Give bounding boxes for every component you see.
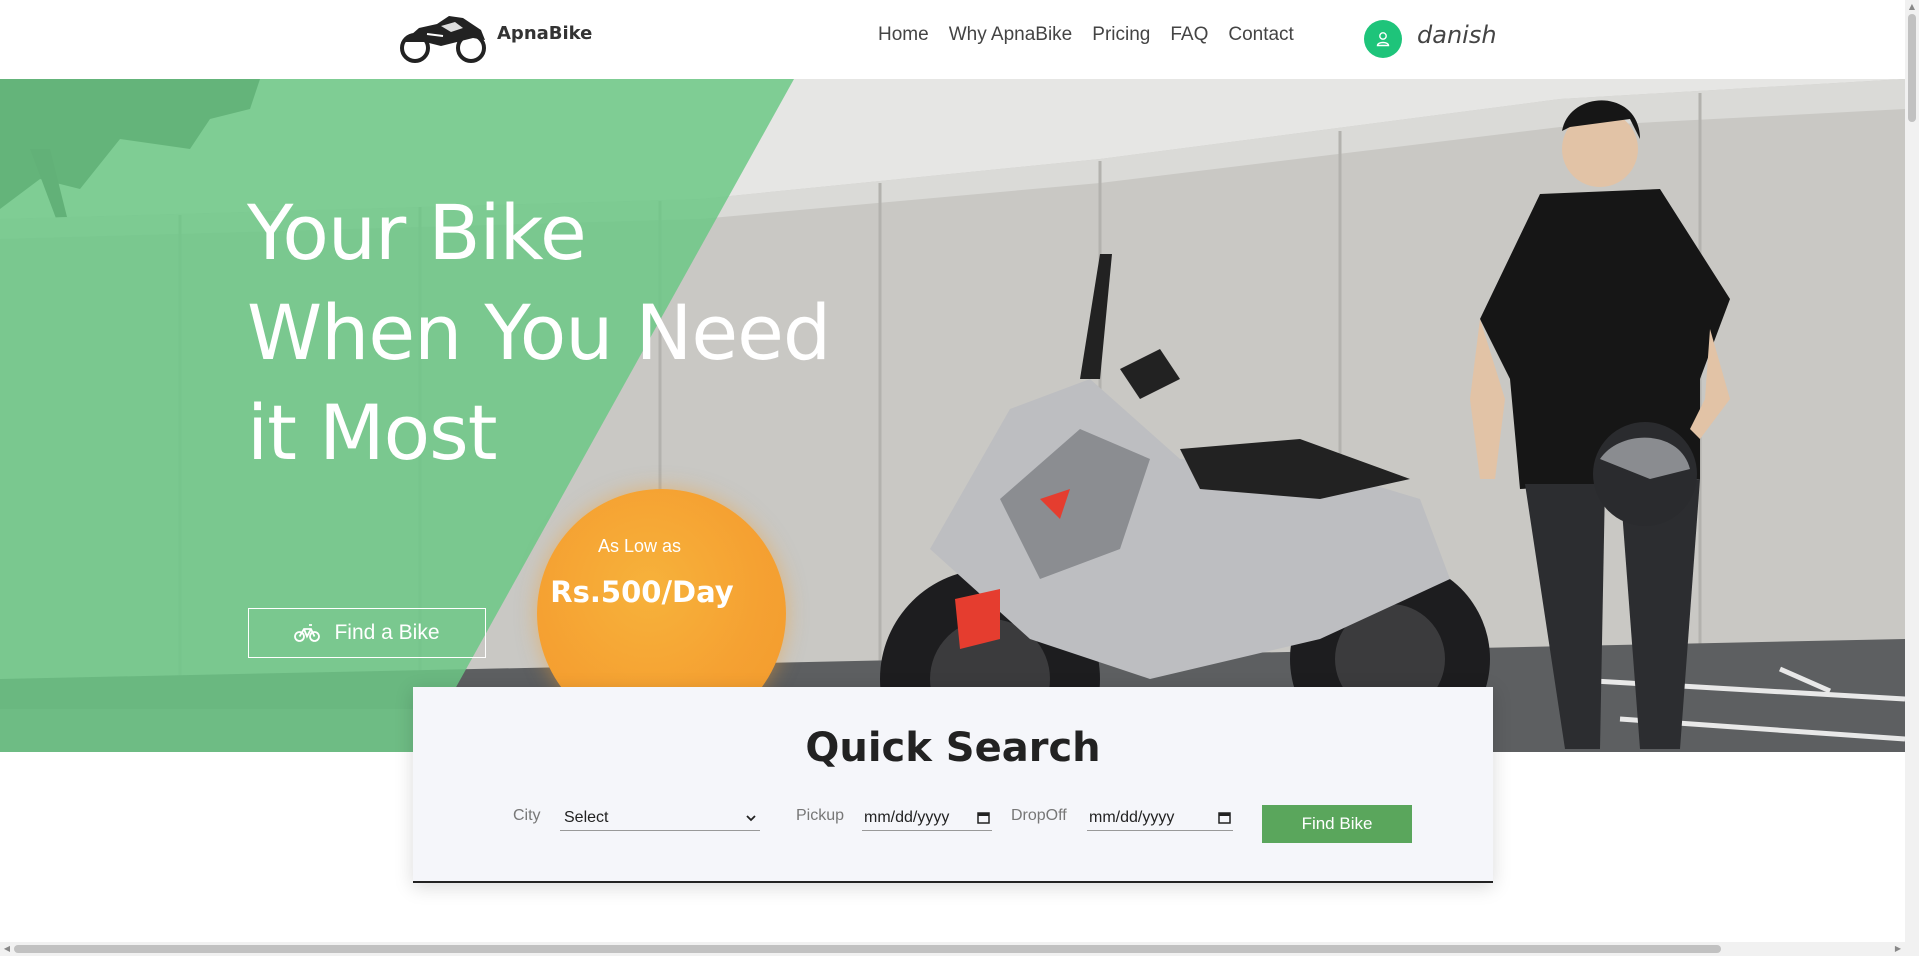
scroll-up-arrow-icon[interactable]: ▲ <box>1905 0 1919 14</box>
pickup-label: Pickup <box>796 807 845 824</box>
find-bike-button[interactable]: Find Bike <box>1262 805 1412 843</box>
brand-logo[interactable]: ApnaBike <box>397 12 592 64</box>
hero-title-line-3: it Most <box>247 388 498 477</box>
hero-title: Your Bike When You Need it Most <box>247 183 907 483</box>
quick-search-panel: Quick Search City Select Pickup mm/dd/yy… <box>413 687 1493 883</box>
calendar-icon <box>977 812 990 824</box>
hero-banner: Your Bike When You Need it Most Find a B… <box>0 79 1905 752</box>
find-a-bike-label: Find a Bike <box>334 621 440 644</box>
city-label: City <box>513 807 541 824</box>
scroll-left-arrow-icon[interactable]: ◀ <box>0 942 14 956</box>
brand-name: ApnaBike <box>497 22 593 44</box>
dropoff-date-input[interactable]: mm/dd/yyyy <box>1087 805 1233 831</box>
nav-faq[interactable]: FAQ <box>1170 24 1208 46</box>
nav-why-apnabike[interactable]: Why ApnaBike <box>949 24 1073 46</box>
nav-home[interactable]: Home <box>878 24 929 46</box>
hero-title-line-1: Your Bike <box>247 188 587 277</box>
nav-pricing[interactable]: Pricing <box>1092 24 1150 46</box>
pickup-date-placeholder: mm/dd/yyyy <box>864 808 950 826</box>
nav-contact[interactable]: Contact <box>1228 24 1293 46</box>
vertical-scroll-thumb[interactable] <box>1908 14 1916 122</box>
main-nav: Home Why ApnaBike Pricing FAQ Contact <box>878 24 1314 46</box>
user-name[interactable]: danish <box>1417 21 1497 49</box>
bicycle-icon <box>294 624 321 642</box>
horizontal-scroll-thumb[interactable] <box>14 945 1721 953</box>
city-select[interactable]: Select <box>560 805 760 831</box>
hero-title-line-2: When You Need <box>247 288 831 377</box>
chevron-down-icon <box>746 814 756 821</box>
user-icon <box>1376 32 1390 47</box>
calendar-icon <box>1218 812 1231 824</box>
dropoff-label: DropOff <box>1011 807 1067 824</box>
vertical-scrollbar[interactable]: ▲ <box>1905 0 1919 956</box>
navbar: ApnaBike Home Why ApnaBike Pricing FAQ C… <box>0 0 1905 79</box>
price-prefix: As Low as <box>597 536 682 556</box>
horizontal-scrollbar[interactable]: ◀ ▶ <box>0 942 1905 956</box>
user-avatar[interactable] <box>1364 20 1402 58</box>
pickup-date-input[interactable]: mm/dd/yyyy <box>862 805 992 831</box>
price-value: Rs.500/Day <box>550 575 734 609</box>
motorbike-logo-icon <box>400 16 486 63</box>
dropoff-date-placeholder: mm/dd/yyyy <box>1089 808 1175 826</box>
find-a-bike-button[interactable]: Find a Bike <box>248 608 486 658</box>
city-select-value: Select <box>564 808 609 826</box>
scroll-right-arrow-icon[interactable]: ▶ <box>1891 942 1905 956</box>
quick-search-title: Quick Search <box>805 725 1101 771</box>
